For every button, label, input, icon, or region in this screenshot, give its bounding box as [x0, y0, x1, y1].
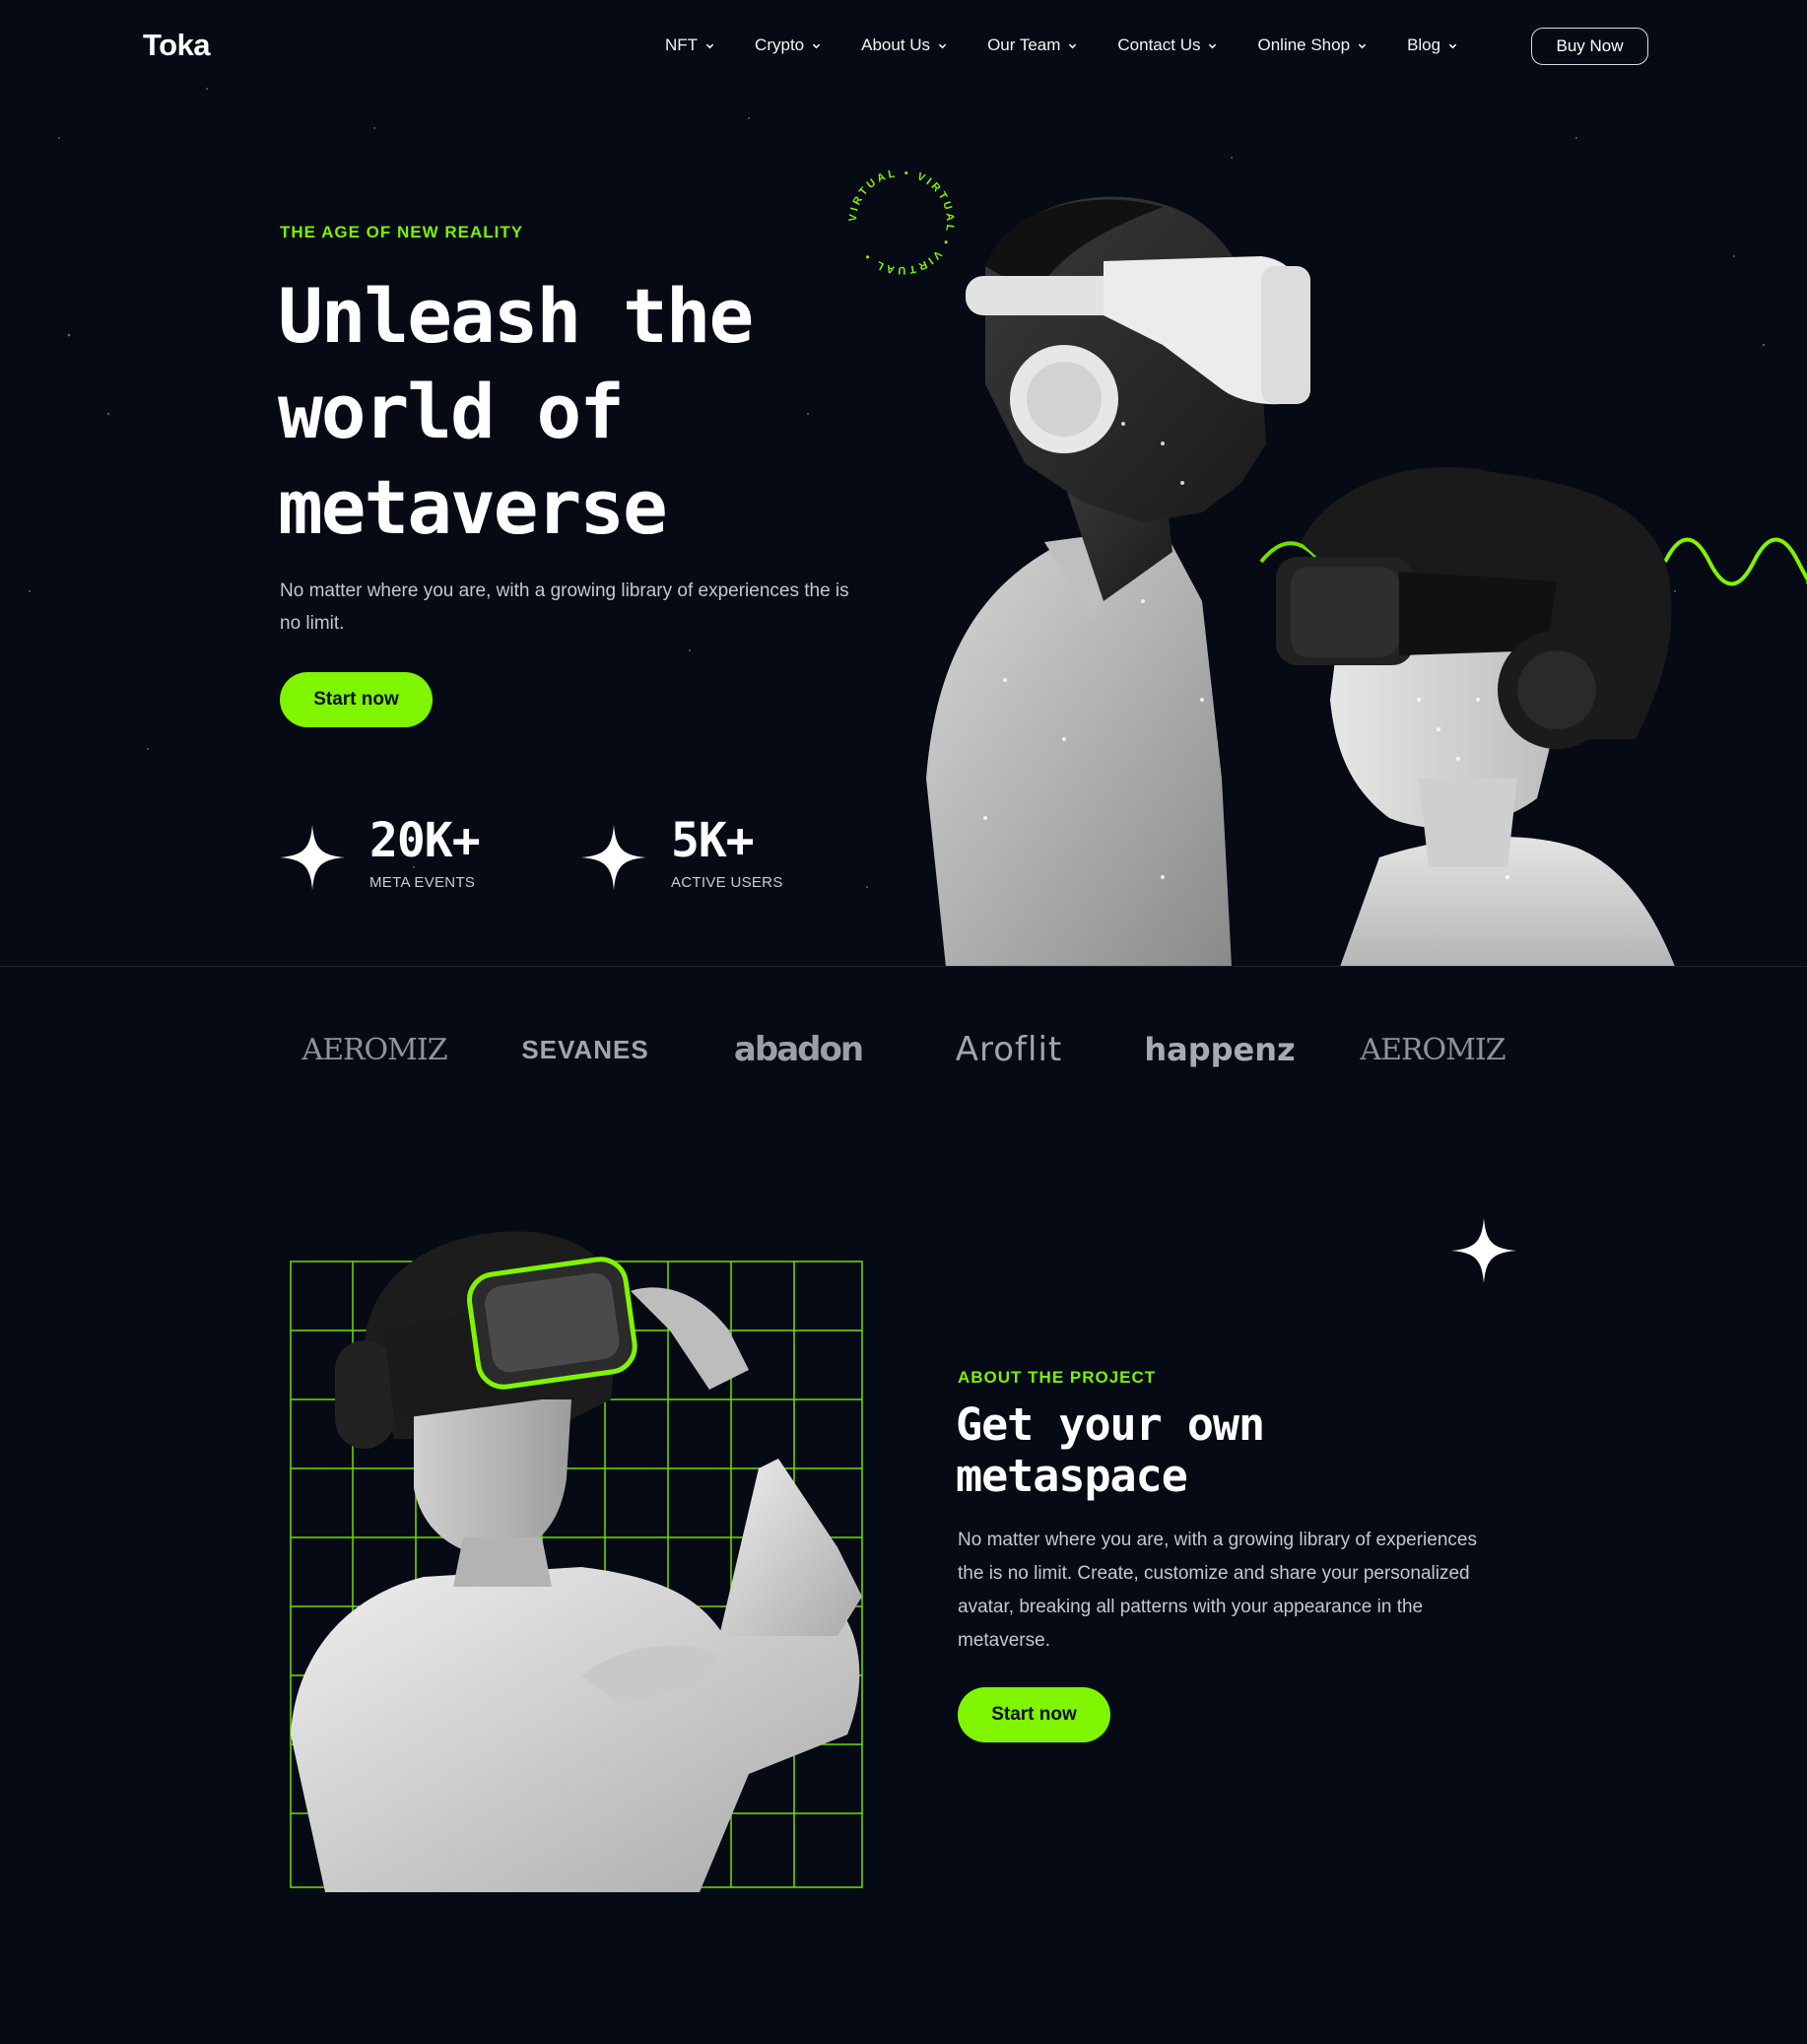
about-vr-woman-image: [290, 1231, 863, 1892]
nav-item-crypto[interactable]: Crypto: [755, 35, 821, 55]
nav-item-label: Our Team: [987, 35, 1061, 54]
partner-logo-sevanes[interactable]: SEVANES: [506, 1020, 664, 1079]
top-navbar: Toka NFT Crypto About Us Our Team Contac…: [0, 0, 1807, 95]
nav-item-our-team[interactable]: Our Team: [987, 35, 1077, 55]
partner-logo-aeromiz[interactable]: AEROMIZ: [296, 1020, 453, 1079]
nav-item-contact-us[interactable]: Contact Us: [1117, 35, 1217, 55]
nav-item-label: NFT: [665, 35, 699, 54]
hero-title-line: world of: [278, 368, 625, 455]
sparkle-icon: [1451, 1218, 1516, 1283]
nav-item-online-shop[interactable]: Online Shop: [1257, 35, 1367, 55]
chevron-down-icon: [812, 43, 821, 48]
partner-logos: AEROMIZ SEVANES abadon Aroflit happenz A…: [0, 1020, 1807, 1079]
hero-start-now-button[interactable]: Start now: [280, 672, 433, 727]
main-menu: NFT Crypto About Us Our Team Contact Us …: [665, 35, 1498, 55]
stat-value: 20K+: [369, 813, 481, 868]
stat-text: 20K+ META EVENTS: [369, 813, 481, 891]
chevron-down-icon: [1209, 43, 1217, 48]
stat-value: 5K+: [671, 813, 755, 868]
stat-text: 5K+ ACTIVE USERS: [671, 813, 783, 891]
partner-logo-aroflit[interactable]: Aroflit: [930, 1020, 1088, 1079]
chevron-down-icon: [705, 43, 714, 48]
nav-item-label: Contact Us: [1117, 35, 1201, 54]
nav-item-nft[interactable]: NFT: [665, 35, 714, 55]
about-description: No matter where you are, with a growing …: [958, 1530, 1477, 1651]
partner-logo-abadon[interactable]: abadon: [719, 1020, 877, 1079]
nav-item-label: Crypto: [755, 35, 805, 54]
hero-title: Unleash the world of metaverse: [278, 268, 908, 555]
chevron-down-icon: [1448, 43, 1457, 48]
nav-item-blog[interactable]: Blog: [1407, 35, 1457, 55]
sparkle-icon: [581, 825, 646, 890]
chevron-down-icon: [938, 43, 947, 48]
hero-eyebrow: THE AGE OF NEW REALITY: [280, 223, 524, 241]
brand-logo[interactable]: Toka: [143, 28, 211, 63]
sparkle-icon: [280, 825, 345, 890]
nav-item-label: About Us: [861, 35, 931, 54]
about-start-now-button[interactable]: Start now: [958, 1687, 1110, 1742]
nav-item-label: Online Shop: [1257, 35, 1351, 54]
chevron-down-icon: [1069, 43, 1077, 48]
about-eyebrow: ABOUT THE PROJECT: [958, 1368, 1157, 1387]
hero-description: No matter where you are, with a growing …: [280, 580, 849, 634]
about-title-line: metaspace: [956, 1450, 1188, 1502]
chevron-down-icon: [1358, 43, 1367, 48]
section-divider: [0, 966, 1807, 967]
stat-active-users: 5K+ ACTIVE USERS: [581, 813, 783, 891]
partner-logo-happenz[interactable]: happenz: [1141, 1020, 1299, 1079]
nav-item-about-us[interactable]: About Us: [861, 35, 947, 55]
stat-label: META EVENTS: [369, 874, 476, 891]
partner-logo-aeromiz-2[interactable]: AEROMIZ: [1354, 1020, 1511, 1079]
page: Toka NFT Crypto About Us Our Team Contac…: [0, 0, 1807, 2044]
hero-vr-people-image: [926, 196, 1807, 967]
about-title-line: Get your own: [956, 1398, 1265, 1451]
stat-label: ACTIVE USERS: [671, 874, 783, 891]
about-title: Get your own metaspace: [956, 1399, 1468, 1502]
virtual-badge-ring: VIRTUAL • VIRTUAL • VIRTUAL •: [847, 168, 956, 276]
nav-item-label: Blog: [1407, 35, 1441, 54]
svg-text:VIRTUAL • VIRTUAL • VIRTUAL •: VIRTUAL • VIRTUAL • VIRTUAL •: [847, 168, 956, 276]
stat-meta-events: 20K+ META EVENTS: [280, 813, 481, 891]
virtual-ring-text: VIRTUAL • VIRTUAL • VIRTUAL •: [847, 168, 953, 276]
hero-title-line: Unleash the: [278, 272, 754, 360]
buy-now-button[interactable]: Buy Now: [1531, 28, 1648, 65]
hero-title-line: metaverse: [278, 463, 668, 551]
